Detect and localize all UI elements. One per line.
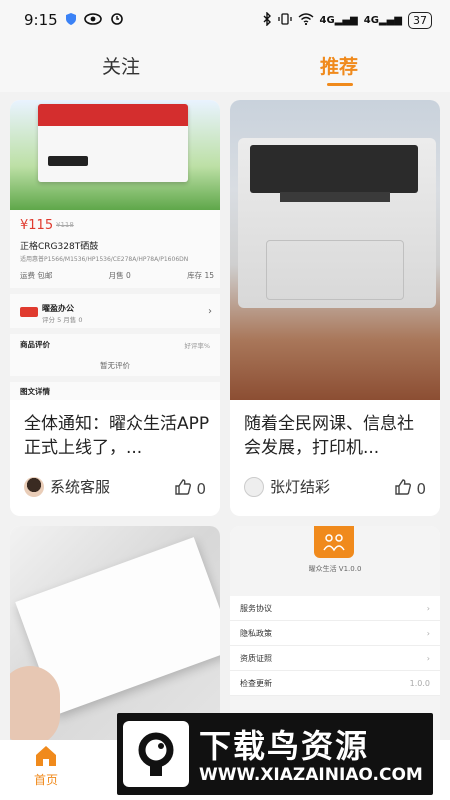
- app-version: 曜众生活 V1.0.0: [308, 565, 362, 573]
- settings-row: 服务协议 ›: [230, 596, 440, 621]
- product-subtitle: 适用惠普P1566/M1536/HP1536/CE278A/HP78A/P160…: [20, 256, 189, 263]
- printer-photo: [230, 100, 440, 400]
- like-button[interactable]: 0: [174, 478, 206, 500]
- watermark: 下载鸟资源 WWW.XIAZAINIAO.COM: [117, 713, 433, 795]
- shipping-info: 运费 包邮: [20, 271, 53, 280]
- shop-rating: 评分 5 月售 0: [42, 316, 83, 324]
- vibrate-icon: [277, 12, 292, 28]
- thumbs-up-icon: [174, 478, 192, 500]
- settings-list: 服务协议 › 隐私政策 › 资质证照 › 检查更新 1.0.0: [230, 596, 440, 696]
- toner-cartridge-image: [48, 156, 88, 166]
- product-price: ¥115: [20, 218, 54, 233]
- settings-row: 检查更新 1.0.0: [230, 671, 440, 696]
- author-name: 张灯结彩: [270, 478, 331, 496]
- review-rate: 好评率%: [184, 342, 210, 350]
- post-card[interactable]: 随着全民网课、信息社会发展，打印机... 张灯结彩 0: [230, 100, 440, 516]
- shield-icon: [65, 11, 76, 29]
- monthly-sales: 月售 0: [108, 271, 131, 280]
- alarm-icon: [110, 11, 124, 29]
- post-caption: 随着全民网课、信息社会发展，打印机...: [244, 414, 414, 458]
- thumbs-up-icon: [394, 478, 412, 500]
- product-photo: [10, 100, 220, 210]
- detail-title: 图文详情: [20, 387, 50, 396]
- watermark-title: 下载鸟资源: [199, 727, 370, 765]
- bird-logo-icon: [123, 721, 189, 787]
- review-title: 商品评价: [20, 340, 50, 349]
- author-name: 系统客服: [50, 478, 111, 496]
- printer-front-image: [266, 240, 404, 300]
- active-tab-indicator: [327, 83, 353, 86]
- divider: [10, 376, 220, 382]
- chevron-right-icon: ›: [208, 306, 212, 317]
- post-author[interactable]: 系统客服: [24, 476, 110, 497]
- hand-image: [10, 666, 60, 746]
- eye-icon: [83, 11, 102, 29]
- printer-tray-image: [280, 192, 390, 202]
- signal-icon: 4G▂▄▆: [363, 14, 402, 26]
- wifi-icon: [298, 12, 314, 28]
- post-caption: 全体通知：曜众生活APP正式上线了，...: [24, 414, 210, 458]
- printer-top-image: [250, 145, 418, 193]
- post-image: ¥115 ¥118 正格CRG328T硒鼓 适用惠普P1566/M1536/HP…: [10, 100, 220, 400]
- toner-box-image: [38, 104, 188, 182]
- battery-icon: 37: [408, 11, 432, 29]
- app-logo-icon: [314, 526, 354, 558]
- home-icon: [33, 746, 59, 771]
- tab-follow[interactable]: 关注: [102, 52, 140, 79]
- watermark-url: WWW.XIAZAINIAO.COM: [199, 765, 423, 785]
- avatar: [24, 476, 44, 497]
- tab-recommend[interactable]: 推荐: [320, 52, 358, 79]
- post-card[interactable]: ¥115 ¥118 正格CRG328T硒鼓 适用惠普P1566/M1536/HP…: [10, 100, 220, 516]
- stock-info: 库存 15: [187, 271, 214, 280]
- shop-name: 曜盈办公: [42, 304, 74, 313]
- status-time: 9:15: [24, 11, 58, 29]
- avatar: [244, 476, 264, 497]
- signal-icon: 4G▂▄▆: [319, 14, 358, 26]
- settings-row: 资质证照 ›: [230, 646, 440, 671]
- top-tabs: 关注 推荐: [0, 40, 450, 92]
- post-author[interactable]: 张灯结彩: [244, 476, 330, 497]
- shop-logo: [20, 307, 38, 317]
- bluetooth-icon: [263, 10, 272, 29]
- nav-home-label: 首页: [33, 773, 58, 787]
- status-bar: 9:15 4G▂▄▆ 4G▂▄▆ 37: [0, 0, 450, 40]
- settings-row: 隐私政策 ›: [230, 621, 440, 646]
- like-count: 0: [416, 480, 426, 498]
- like-button[interactable]: 0: [394, 478, 426, 500]
- review-empty: 暂无评价: [100, 361, 130, 370]
- post-image: [230, 100, 440, 400]
- like-count: 0: [196, 480, 206, 498]
- nav-home[interactable]: 首页: [20, 744, 72, 788]
- product-title: 正格CRG328T硒鼓: [20, 242, 99, 252]
- divider: [10, 288, 220, 294]
- divider: [10, 328, 220, 334]
- product-old-price: ¥118: [56, 221, 74, 229]
- product-meta: 运费 包邮 月售 0 库存 15: [20, 270, 214, 281]
